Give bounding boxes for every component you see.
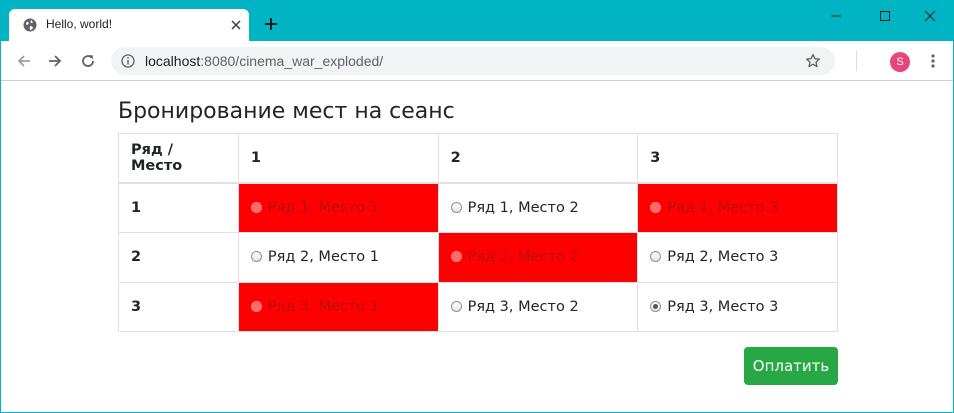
new-tab-icon[interactable] <box>264 17 278 31</box>
tab-title: Hello, world! <box>46 17 113 31</box>
seat-label[interactable]: Ряд 3, Место 3 <box>667 299 778 315</box>
seat-table: Ряд / Место 1 2 3 1 Ряд 1, Место 1 Ряд 1… <box>118 133 838 332</box>
seat-cell: Ряд 3, Место 1 <box>237 281 439 332</box>
seat-label: Ряд 2, Место 2 <box>467 249 579 266</box>
seat-cell[interactable]: Ряд 1, Место 2 <box>437 182 639 233</box>
profile-avatar[interactable]: S <box>890 52 910 72</box>
forward-arrow-icon[interactable] <box>47 53 63 69</box>
seat-label: Ряд 1, Место 3 <box>667 200 779 216</box>
header-row-seat: Ряд / Место <box>118 133 239 184</box>
info-icon[interactable] <box>121 54 135 68</box>
back-arrow-icon[interactable] <box>16 53 32 69</box>
globe-icon <box>23 18 37 32</box>
seat-radio <box>250 202 262 213</box>
close-tab-icon[interactable] <box>229 18 243 32</box>
pay-button[interactable]: Оплатить <box>744 347 838 385</box>
seat-radio[interactable] <box>450 300 462 312</box>
seat-radio <box>650 202 662 213</box>
address-bar[interactable]: localhost:8080/cinema_war_exploded/ <box>111 47 835 75</box>
seat-cell[interactable]: Ряд 2, Место 3 <box>637 232 838 283</box>
reload-icon[interactable] <box>80 53 96 69</box>
seat-label[interactable]: Ряд 2, Место 3 <box>667 249 778 265</box>
seat-label[interactable]: Ряд 1, Место 2 <box>468 200 579 216</box>
page-title: Бронирование мест на сеанс <box>118 99 455 124</box>
row-label: 2 <box>118 232 239 283</box>
header-seat-3: 3 <box>637 133 838 184</box>
browser-toolbar: localhost:8080/cinema_war_exploded/ S <box>1 41 953 81</box>
seat-radio <box>450 251 462 263</box>
row-label: 1 <box>118 182 239 233</box>
table-row: 1 Ряд 1, Место 1 Ряд 1, Место 2 Ряд 1, М… <box>118 182 838 233</box>
toolbar-divider <box>856 51 857 71</box>
close-window-icon[interactable] <box>923 9 937 23</box>
url-path: :8080/cinema_war_exploded/ <box>200 53 384 69</box>
bookmark-star-icon[interactable] <box>805 53 821 69</box>
seat-label: Ряд 1, Место 1 <box>267 200 379 216</box>
url-text: localhost:8080/cinema_war_exploded/ <box>145 53 383 69</box>
seat-radio <box>250 300 262 312</box>
url-host: localhost <box>145 53 201 69</box>
seat-radio[interactable] <box>250 251 262 263</box>
table-row: 2 Ряд 2, Место 1 Ряд 2, Место 2 Ряд 2, М… <box>118 232 838 283</box>
browser-window: Hello, world! localhost:8080/cinema_war_… <box>0 0 954 413</box>
table-header-row: Ряд / Место 1 2 3 <box>118 133 838 184</box>
seat-radio[interactable] <box>650 251 662 263</box>
kebab-menu-icon[interactable] <box>927 53 939 69</box>
seat-cell: Ряд 2, Место 2 <box>437 232 639 283</box>
seat-label[interactable]: Ряд 2, Место 1 <box>268 249 379 265</box>
seat-radio-selected[interactable] <box>650 300 662 312</box>
header-seat-1: 1 <box>237 133 439 184</box>
minimize-icon[interactable] <box>829 9 843 23</box>
seat-cell: Ряд 1, Место 1 <box>237 182 439 233</box>
seat-cell[interactable]: Ряд 3, Место 3 <box>637 281 838 332</box>
seat-radio[interactable] <box>450 202 462 213</box>
seat-label[interactable]: Ряд 3, Место 2 <box>468 299 579 315</box>
header-seat-2: 2 <box>437 133 639 184</box>
table-row: 3 Ряд 3, Место 1 Ряд 3, Место 2 Ряд 3, М… <box>118 281 838 332</box>
seat-cell[interactable]: Ряд 2, Место 1 <box>237 232 439 283</box>
maximize-icon[interactable] <box>878 9 892 23</box>
seat-label: Ряд 3, Место 1 <box>267 298 379 315</box>
title-bar: Hello, world! <box>1 1 953 41</box>
seat-cell[interactable]: Ряд 3, Место 2 <box>437 281 639 332</box>
browser-tab[interactable]: Hello, world! <box>9 9 249 41</box>
row-label: 3 <box>118 281 239 332</box>
seat-cell: Ряд 1, Место 3 <box>637 182 838 233</box>
